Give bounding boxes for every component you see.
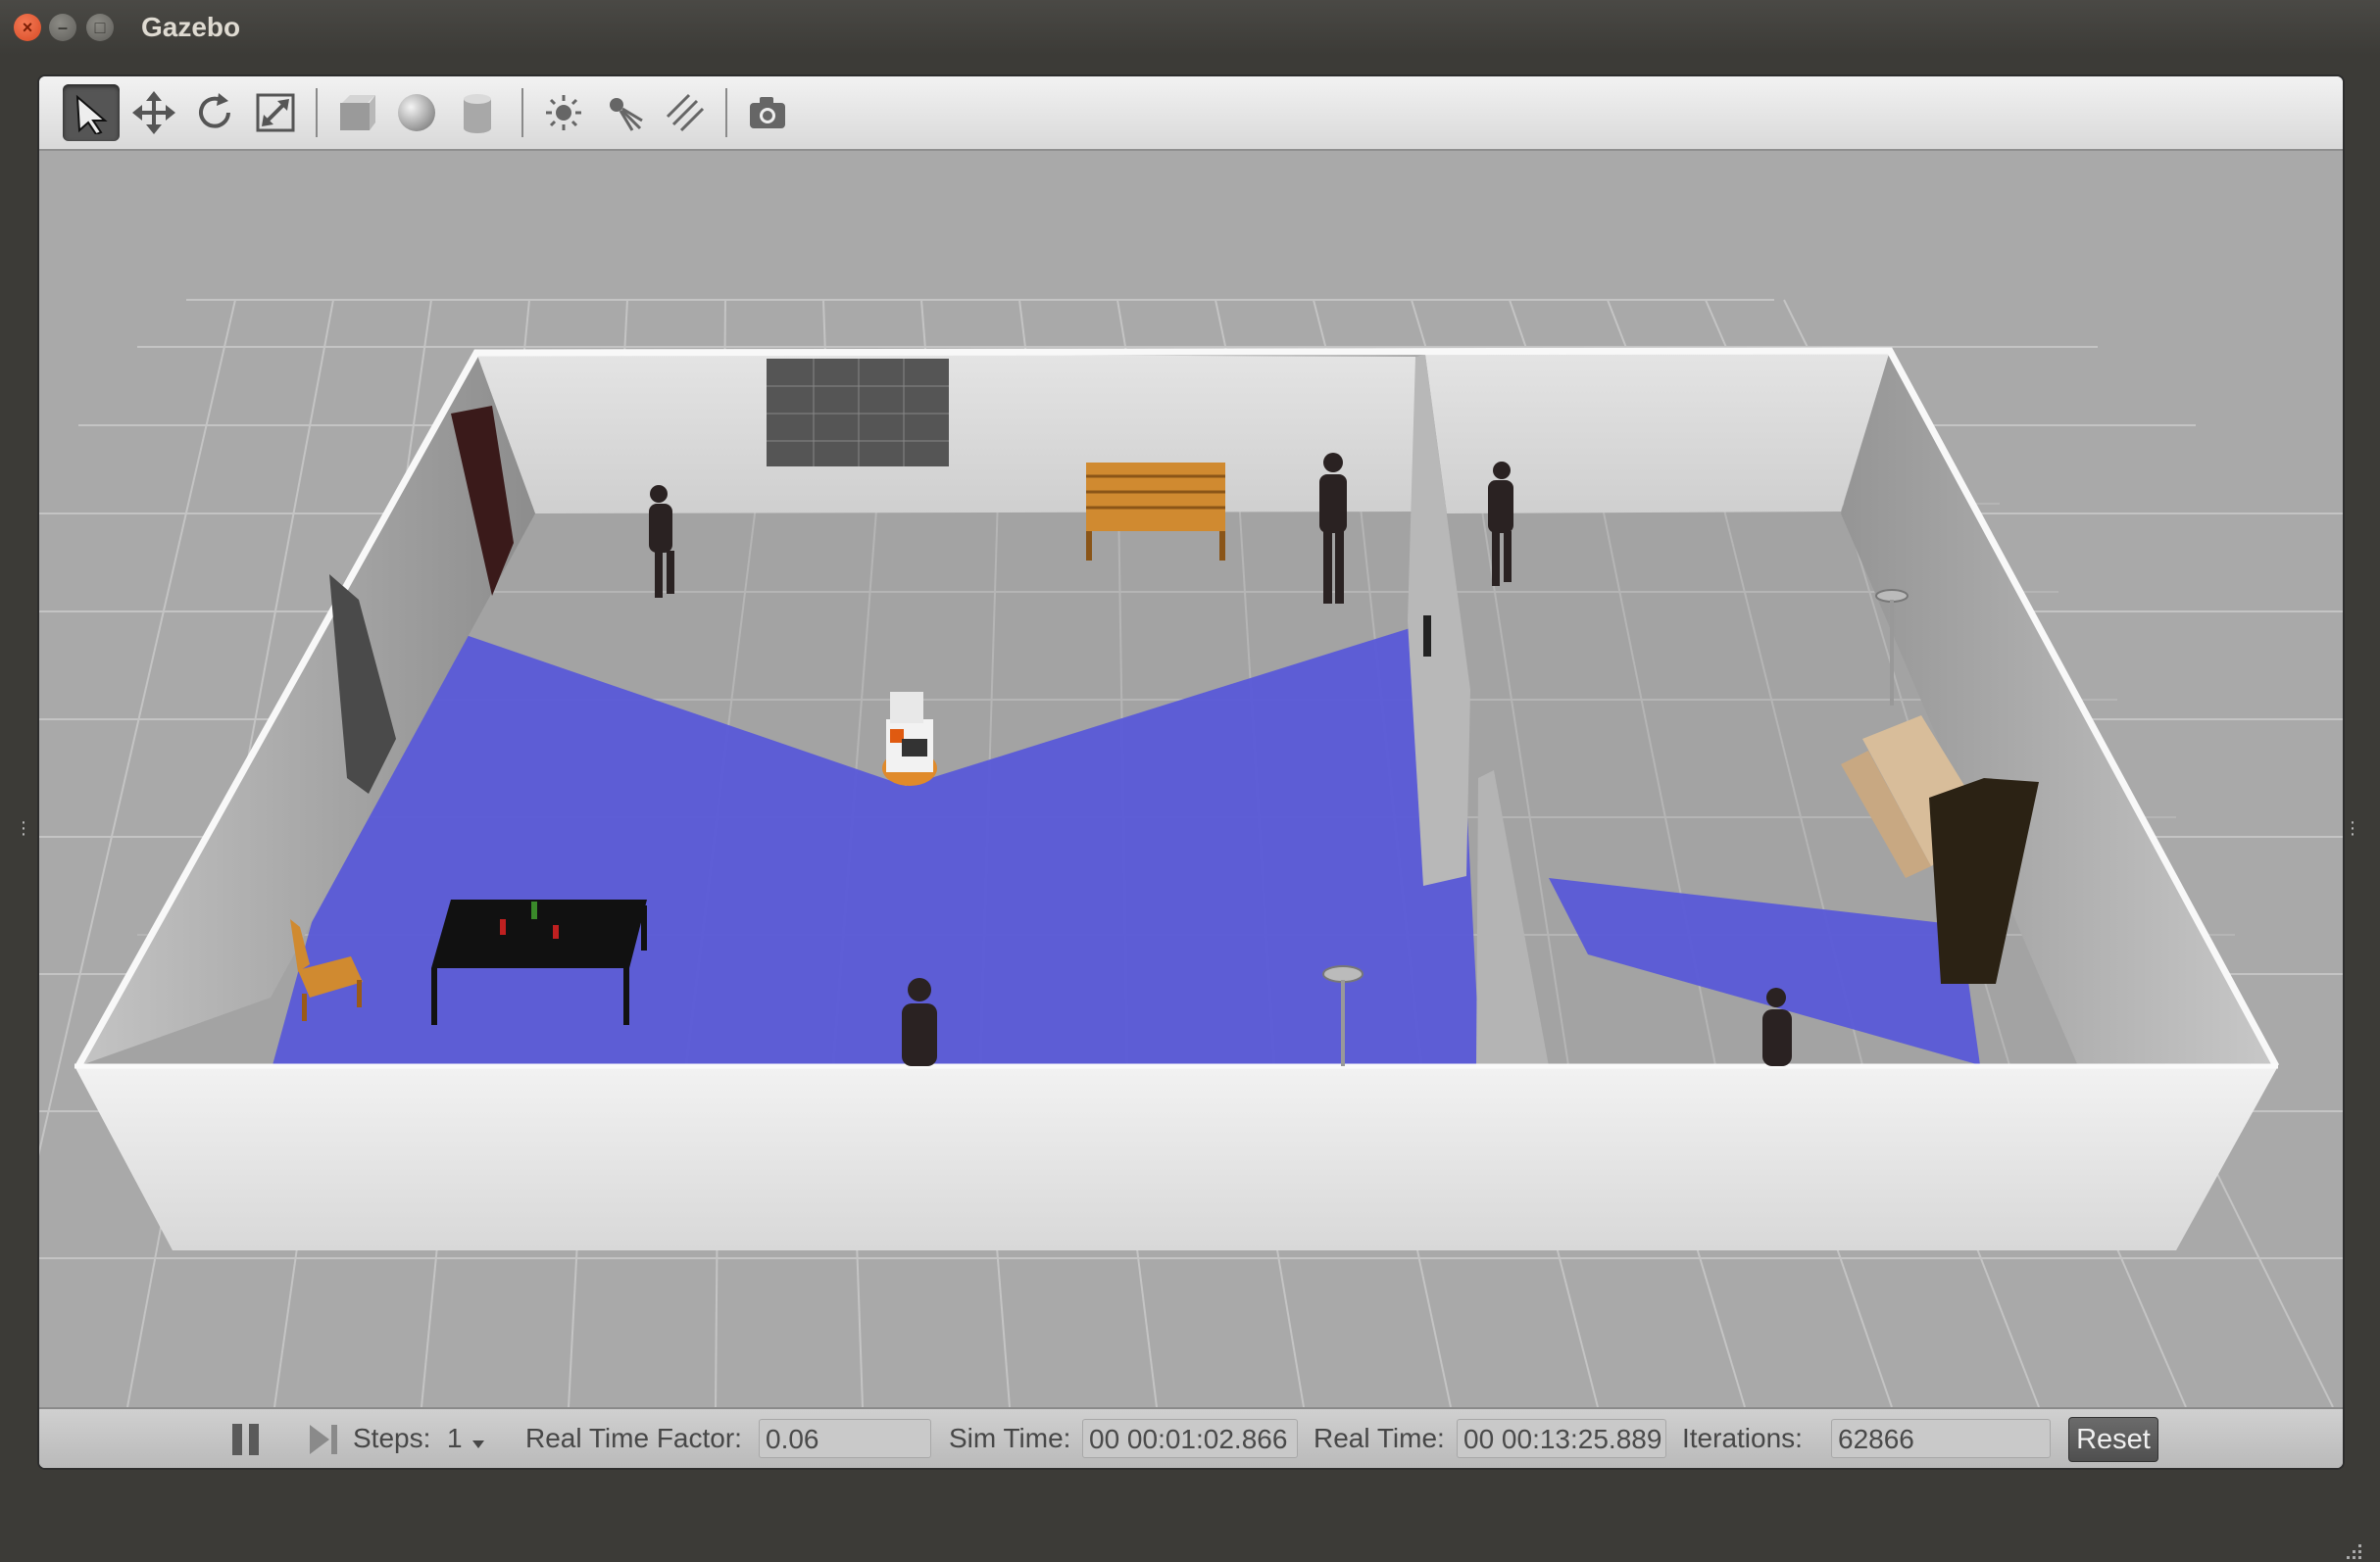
window-title: Gazebo [141, 12, 241, 42]
simulation-control-bar: Steps: 1 Real Time Factor: 0.06 Sim Time… [39, 1407, 2343, 1468]
sim-time-field: 00 00:01:02.866 [1082, 1419, 1298, 1458]
reset-button[interactable]: Reset [2068, 1417, 2158, 1462]
title-bar: × – □ Gazebo [0, 0, 2380, 55]
rotate-mode-button[interactable] [186, 84, 243, 141]
resize-grip-icon[interactable] [2341, 1538, 2364, 1562]
small-frame [1423, 615, 1431, 657]
point-light-button[interactable] [535, 84, 592, 141]
toolbar-separator [725, 88, 727, 137]
real-time-label: Real Time: [1314, 1423, 1445, 1453]
iterations-label: Iterations: [1682, 1423, 1803, 1453]
rotate-icon [199, 93, 230, 128]
sphere-shape-button[interactable] [388, 84, 445, 141]
toolbar [39, 76, 2343, 151]
real-time-factor-label: Real Time Factor: [525, 1423, 742, 1453]
cylinder-icon [464, 94, 491, 133]
directional-light-button[interactable] [657, 84, 714, 141]
scale-mode-button[interactable] [247, 84, 304, 141]
toolbar-separator [316, 88, 318, 137]
toolbar-separator [521, 88, 523, 137]
front-wall [74, 1066, 2278, 1250]
minimize-icon[interactable]: – [49, 14, 76, 41]
spot-light-icon [610, 98, 643, 131]
point-light-icon [546, 95, 581, 130]
box-icon [340, 95, 375, 130]
box-shape-button[interactable] [327, 84, 384, 141]
steps-label: Steps: [353, 1423, 431, 1453]
left-panel-handle[interactable]: · · · [20, 812, 27, 844]
cylinder-shape-button[interactable] [449, 84, 506, 141]
pause-icon[interactable] [229, 1421, 263, 1458]
steps-value[interactable]: 1 [447, 1423, 463, 1454]
select-mode-button[interactable] [63, 84, 120, 141]
spot-light-button[interactable] [596, 84, 653, 141]
scene-render[interactable] [39, 151, 2343, 1407]
real-time-field: 00 00:13:25.889 [1457, 1419, 1666, 1458]
real-time-factor-field: 0.06 [759, 1419, 931, 1458]
scale-icon [256, 93, 295, 132]
move-arrows-icon [132, 91, 175, 134]
steps-dropdown-icon[interactable] [471, 1439, 486, 1450]
close-icon[interactable]: × [14, 14, 41, 41]
step-forward-icon[interactable] [306, 1421, 341, 1458]
translate-mode-button[interactable] [125, 84, 182, 141]
iterations-field: 62866 [1831, 1419, 2051, 1458]
window-painting [767, 359, 949, 466]
main-panel: Steps: 1 Real Time Factor: 0.06 Sim Time… [37, 74, 2345, 1470]
arrow-pointer-icon [75, 94, 108, 134]
screenshot-button[interactable] [739, 84, 796, 141]
sphere-icon [398, 94, 435, 131]
right-panel-handle[interactable]: · · · [2349, 812, 2356, 844]
sim-time-label: Sim Time: [949, 1423, 1071, 1453]
scene-viewport[interactable] [39, 151, 2343, 1407]
camera-icon [750, 97, 785, 128]
directional-light-icon [666, 93, 705, 132]
maximize-icon[interactable]: □ [86, 14, 114, 41]
